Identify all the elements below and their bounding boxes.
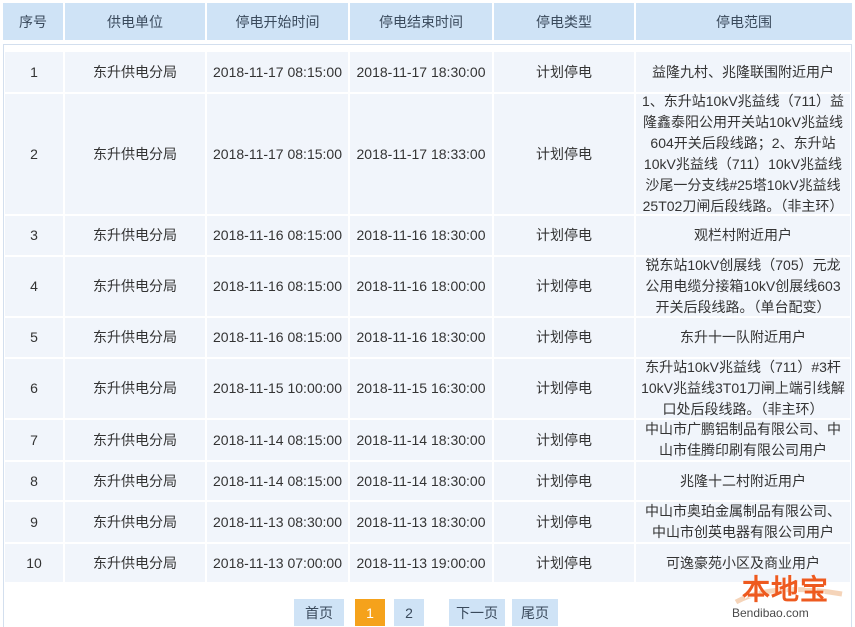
cell-unit: 东升供电分局 <box>65 52 205 92</box>
table-row: 5 东升供电分局 2018-11-16 08:15:00 2018-11-16 … <box>0 318 855 357</box>
cell-type: 计划停电 <box>494 544 634 582</box>
table-row: 6 东升供电分局 2018-11-15 10:00:00 2018-11-15 … <box>0 359 855 418</box>
cell-unit: 东升供电分局 <box>65 502 205 542</box>
cell-start: 2018-11-14 08:15:00 <box>207 462 348 500</box>
cell-type: 计划停电 <box>494 216 634 255</box>
cell-end: 2018-11-16 18:00:00 <box>350 257 492 316</box>
cell-unit: 东升供电分局 <box>65 94 205 214</box>
cell-scope: 观栏村附近用户 <box>636 216 850 255</box>
table-row: 2 东升供电分局 2018-11-17 08:15:00 2018-11-17 … <box>0 93 855 214</box>
cell-end: 2018-11-14 18:30:00 <box>350 420 492 460</box>
table-header: 序号 供电单位 停电开始时间 停电结束时间 停电类型 停电范围 <box>0 0 855 43</box>
cell-scope: 中山市广鹏铝制品有限公司、中山市佳腾印刷有限公司用户 <box>636 420 850 460</box>
cell-start: 2018-11-17 08:15:00 <box>207 52 348 92</box>
cell-unit: 东升供电分局 <box>65 359 205 418</box>
cell-start: 2018-11-13 07:00:00 <box>207 544 348 582</box>
cell-type: 计划停电 <box>494 94 634 214</box>
cell-start: 2018-11-17 08:15:00 <box>207 94 348 214</box>
cell-scope: 东升十一队附近用户 <box>636 318 850 357</box>
col-header-type: 停电类型 <box>494 3 634 40</box>
cell-start: 2018-11-15 10:00:00 <box>207 359 348 418</box>
cell-start: 2018-11-16 08:15:00 <box>207 257 348 316</box>
cell-end: 2018-11-17 18:33:00 <box>350 94 492 214</box>
col-header-start: 停电开始时间 <box>207 3 348 40</box>
col-header-end: 停电结束时间 <box>350 3 492 40</box>
cell-no: 7 <box>5 420 63 460</box>
last-page-button[interactable]: 尾页 <box>512 599 558 626</box>
cell-scope: 锐东站10kV创展线（705）元龙公用电缆分接箱10kV创展线603开关后段线路… <box>636 257 850 316</box>
cell-unit: 东升供电分局 <box>65 462 205 500</box>
col-header-scope: 停电范围 <box>636 3 852 40</box>
cell-end: 2018-11-13 18:30:00 <box>350 502 492 542</box>
cell-type: 计划停电 <box>494 359 634 418</box>
cell-no: 9 <box>5 502 63 542</box>
watermark-logo: 本地宝 <box>742 573 830 606</box>
table-row: 8 东升供电分局 2018-11-14 08:15:00 2018-11-14 … <box>0 462 855 500</box>
cell-end: 2018-11-14 18:30:00 <box>350 462 492 500</box>
cell-no: 3 <box>5 216 63 255</box>
table-row: 10 东升供电分局 2018-11-13 07:00:00 2018-11-13… <box>0 544 855 582</box>
cell-unit: 东升供电分局 <box>65 257 205 316</box>
cell-type: 计划停电 <box>494 257 634 316</box>
cell-scope: 兆隆十二村附近用户 <box>636 462 850 500</box>
watermark-site: Bendibao.com <box>732 606 809 620</box>
cell-start: 2018-11-14 08:15:00 <box>207 420 348 460</box>
cell-end: 2018-11-16 18:30:00 <box>350 318 492 357</box>
cell-start: 2018-11-13 08:30:00 <box>207 502 348 542</box>
cell-scope: 1、东升站10kV兆益线（711）益隆鑫泰阳公用开关站10kV兆益线604开关后… <box>636 93 850 214</box>
cell-no: 10 <box>5 544 63 582</box>
page-1-button[interactable]: 1 <box>355 599 385 626</box>
table-row: 9 东升供电分局 2018-11-13 08:30:00 2018-11-13 … <box>0 502 855 542</box>
col-header-no: 序号 <box>3 3 63 40</box>
cell-no: 5 <box>5 318 63 357</box>
table-row: 7 东升供电分局 2018-11-14 08:15:00 2018-11-14 … <box>0 420 855 460</box>
next-page-button[interactable]: 下一页 <box>449 599 505 626</box>
bendibao-watermark: 本地宝 Bendibao.com <box>732 568 850 624</box>
cell-end: 2018-11-17 18:30:00 <box>350 52 492 92</box>
cell-no: 8 <box>5 462 63 500</box>
cell-unit: 东升供电分局 <box>65 544 205 582</box>
table-row: 3 东升供电分局 2018-11-16 08:15:00 2018-11-16 … <box>0 216 855 255</box>
col-header-unit: 供电单位 <box>65 3 205 40</box>
page-2-button[interactable]: 2 <box>394 599 424 626</box>
cell-unit: 东升供电分局 <box>65 318 205 357</box>
cell-unit: 东升供电分局 <box>65 420 205 460</box>
cell-no: 6 <box>5 359 63 418</box>
cell-scope: 东升站10kV兆益线（711）#3杆10kV兆益线3T01刀闸上端引线解口处后段… <box>636 359 850 418</box>
cell-type: 计划停电 <box>494 502 634 542</box>
cell-type: 计划停电 <box>494 52 634 92</box>
cell-scope: 益隆九村、兆隆联围附近用户 <box>636 52 850 92</box>
table-row: 1 东升供电分局 2018-11-17 08:15:00 2018-11-17 … <box>0 52 855 92</box>
table-row: 4 东升供电分局 2018-11-16 08:15:00 2018-11-16 … <box>0 257 855 316</box>
first-page-button[interactable]: 首页 <box>294 599 344 626</box>
cell-unit: 东升供电分局 <box>65 216 205 255</box>
cell-type: 计划停电 <box>494 318 634 357</box>
cell-start: 2018-11-16 08:15:00 <box>207 216 348 255</box>
cell-end: 2018-11-13 19:00:00 <box>350 544 492 582</box>
cell-type: 计划停电 <box>494 420 634 460</box>
cell-no: 2 <box>5 94 63 214</box>
cell-no: 4 <box>5 257 63 316</box>
cell-start: 2018-11-16 08:15:00 <box>207 318 348 357</box>
cell-end: 2018-11-16 18:30:00 <box>350 216 492 255</box>
cell-type: 计划停电 <box>494 462 634 500</box>
cell-end: 2018-11-15 16:30:00 <box>350 359 492 418</box>
cell-scope: 中山市奥珀金属制品有限公司、中山市创英电器有限公司用户 <box>636 502 850 542</box>
cell-no: 1 <box>5 52 63 92</box>
